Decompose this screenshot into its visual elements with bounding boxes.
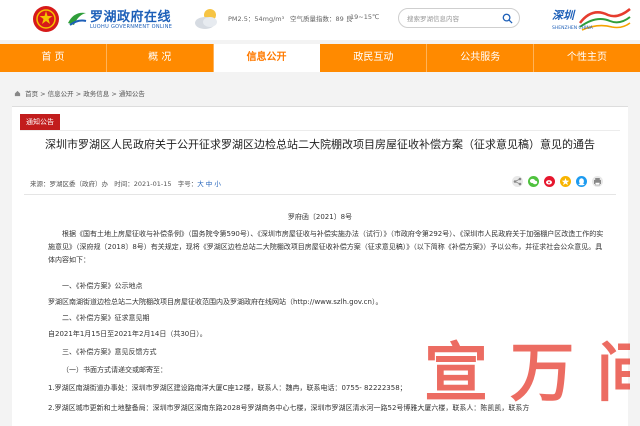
font-size-medium-button[interactable]: 中	[206, 180, 213, 188]
qzone-icon[interactable]	[560, 176, 571, 187]
svg-text:SHENZHEN CHINA: SHENZHEN CHINA	[552, 25, 594, 31]
body-paragraph: 根据《国有土地上房屋征收与补偿条例》（国务院令第590号）、《深圳市房屋征收与补…	[48, 230, 604, 264]
share-icon[interactable]	[512, 176, 523, 187]
nav-interaction[interactable]: 政民互动	[320, 44, 428, 72]
national-emblem-icon	[33, 6, 59, 32]
divider	[20, 130, 620, 131]
document-number: 罗府函〔2021〕8号	[287, 213, 353, 221]
font-size-small-button[interactable]: 小	[214, 180, 221, 188]
article-meta: 来源：罗湖区委（政府）办 时间：2021-01-15 字号：大 中 小	[30, 178, 221, 188]
search-box[interactable]	[398, 8, 520, 28]
nav-public-service[interactable]: 公共服务	[427, 44, 535, 72]
category-tag: 通知公告	[20, 114, 60, 130]
article-title: 深圳市罗湖区人民政府关于公开征求罗湖区边检总站二大院棚改项目房屋征收补偿方案（征…	[45, 138, 595, 151]
breadcrumb-separator: >	[73, 90, 84, 98]
top-bar: 罗湖政府在线 LUOHU GOVERNMENT ONLINE PM2.5：54m…	[0, 0, 640, 40]
font-size-large-button[interactable]: 大	[197, 180, 204, 188]
search-input[interactable]	[407, 12, 503, 25]
qq-icon[interactable]	[576, 176, 587, 187]
nav-home[interactable]: 首 页	[0, 44, 107, 72]
search-icon[interactable]	[502, 13, 513, 24]
source-label: 来源：罗湖区委（政府）办	[30, 180, 108, 188]
watermark-logo: 宣 万 间	[424, 337, 630, 411]
breadcrumb-notices[interactable]: 通知公告	[119, 90, 145, 98]
breadcrumb-separator: >	[109, 90, 119, 98]
pm25-value: PM2.5：54mg/m³	[228, 15, 285, 23]
font-size-label: 字号：	[177, 180, 198, 188]
divider	[24, 194, 616, 195]
home-icon	[14, 90, 21, 97]
luohu-logo-icon[interactable]	[66, 9, 88, 27]
shenzhen-brand-logo: 深圳 SHENZHEN CHINA	[552, 8, 631, 31]
nav-personal-home[interactable]: 个性主页	[534, 44, 640, 72]
nav-info-disclosure[interactable]: 信息公开	[213, 44, 321, 72]
wechat-icon[interactable]	[528, 176, 539, 187]
watermark-text: 宣 万 间	[424, 337, 630, 411]
breadcrumb-separator: >	[38, 90, 48, 98]
temperature-range: 19~15℃	[350, 13, 380, 21]
main-nav: 首 页 概 况 信息公开 政民互动 公共服务 个性主页	[0, 44, 640, 72]
breadcrumb-gov-info[interactable]: 政务信息	[83, 90, 109, 98]
site-name[interactable]: 罗湖政府在线	[90, 6, 171, 25]
publish-time: 时间：2021-01-15	[114, 180, 172, 188]
site-subtitle: LUOHU GOVERNMENT ONLINE	[90, 24, 173, 30]
breadcrumb: 首页 > 信息公开 > 政务信息 > 通知公告	[14, 88, 145, 98]
air-quality-index: 空气质量指数：89 良	[290, 15, 353, 23]
breadcrumb-info-disclosure[interactable]: 信息公开	[48, 90, 74, 98]
cloudy-weather-icon	[195, 9, 217, 29]
breadcrumb-home[interactable]: 首页	[25, 90, 38, 98]
svg-text:深圳: 深圳	[552, 9, 576, 22]
weibo-icon[interactable]	[544, 176, 555, 187]
nav-overview[interactable]: 概 况	[107, 44, 214, 72]
print-icon[interactable]	[592, 176, 603, 187]
